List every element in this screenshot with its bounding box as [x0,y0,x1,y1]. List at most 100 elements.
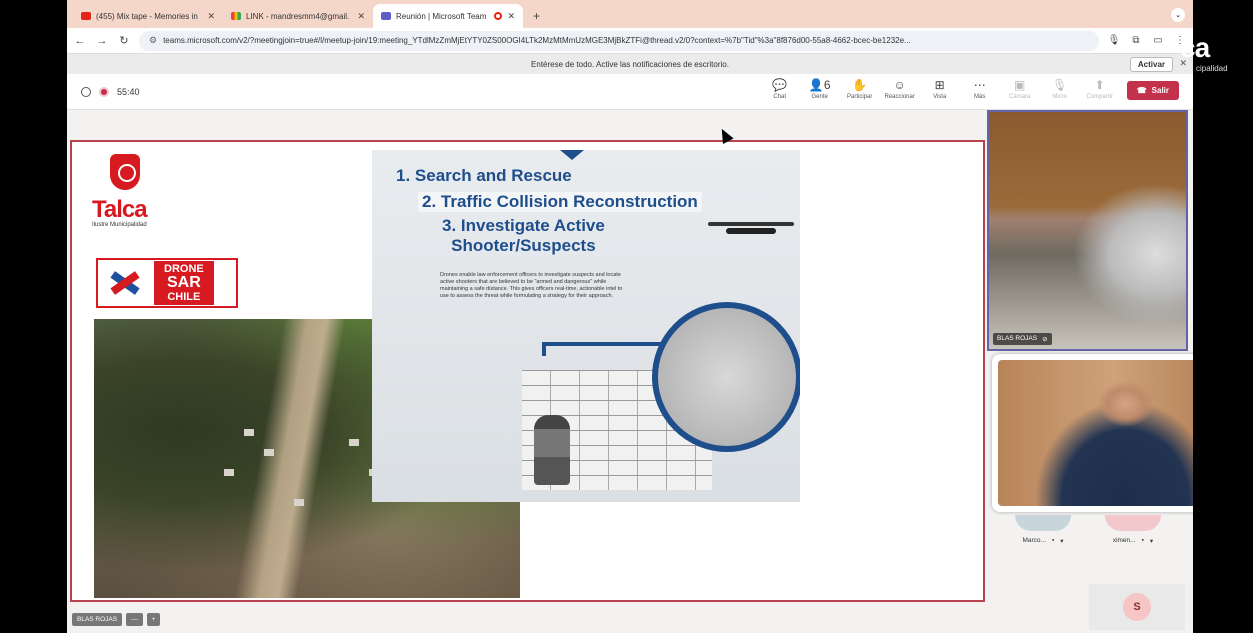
url-text: teams.microsoft.com/v2/?meetingjoin=true… [163,36,911,45]
control-label: Participar [847,94,873,100]
participant-tile[interactable]: ximen... ▪ ▾ [1095,515,1171,545]
meeting-timer: 55:40 [81,86,140,97]
smiley-icon: ☺ [893,78,906,92]
participant-name: BLAS ROJAS [997,335,1038,342]
shared-slide: Talca Ilustre Municipalidad DRONE SAR CH… [70,140,985,602]
mic-off-icon: ▾ [1060,538,1064,545]
close-tab-icon[interactable]: ✕ [507,11,515,22]
site-settings-icon[interactable]: ⚙ [149,35,157,46]
close-tab-icon[interactable]: ✕ [207,11,215,22]
meeting-controls: 💬 Chat 👤6 Gente ✋ Participar ☺ Reaccionar ⊞ V… [761,78,1179,100]
drone-logo-line: SAR [166,274,201,291]
tab-label: (455) Mix tape - Memories in [96,11,198,21]
participant-row: Marco... ▪ ▾ [1022,537,1063,545]
logo-name: Talca [92,196,148,223]
drone-logo-text: DRONE SAR CHILE [154,261,214,305]
mic-off-icon: ⊘ [1042,336,1048,343]
crest-icon [110,154,140,190]
new-tab-button[interactable]: + [523,4,550,28]
tab-label: Reunión | Microsoft Team [396,11,487,21]
control-label: Vista [933,94,947,100]
control-label: Reaccionar [884,94,915,100]
control-label: Compartir [1086,94,1113,100]
scene-circle-illustration [652,302,800,452]
control-label: Micro [1052,94,1068,100]
leave-label: Salir [1151,86,1169,95]
people-icon: 👤6 [808,78,831,92]
chevron-down-icon[interactable]: ⌄ [1171,8,1185,22]
address-bar-row: ← → ↻ ⚙ teams.microsoft.com/v2/?meetingj… [67,28,1193,54]
hand-icon: ✋ [852,78,868,92]
participant-name-badge: BLAS ROJAS ⊘ [993,333,1052,345]
bracket-shape [542,342,662,356]
control-label: Cámara [1009,94,1031,100]
video-tile-speaker[interactable] [992,354,1193,512]
more-button[interactable]: ⋯ Más [961,78,999,100]
participant-name: ximen... [1112,537,1136,544]
chat-icon: 💬 [772,78,788,92]
share-icon: ⬆ [1094,78,1105,92]
timer-text: 55:40 [117,86,140,97]
microphone-icon[interactable]: 🎙 [1107,35,1121,46]
drone-sar-logo: DRONE SAR CHILE [96,258,238,308]
url-field[interactable]: ⚙ teams.microsoft.com/v2/?meetingjoin=tr… [139,30,1099,51]
grid-icon: ⊞ [934,78,945,92]
chat-button[interactable]: 💬 Chat [761,78,799,100]
drone-logo-mark-icon [106,265,146,301]
tab-strip: (455) Mix tape - Memories in ✕ LINK - ma… [67,0,1193,28]
participant-row: ximen... ▪ ▾ [1113,537,1153,545]
meeting-stage: Talca Ilustre Municipalidad DRONE SAR CH… [67,110,1193,633]
notification-text: Entérese de todo. Active las notificacio… [531,59,729,69]
microphone-icon: 🎙 [1052,78,1068,92]
close-tab-icon[interactable]: ✕ [357,11,365,22]
reload-icon[interactable]: ↻ [117,34,131,47]
camera-off-icon: ▪ [1051,537,1055,544]
drone-icon [708,216,794,246]
slide-heading-2: 2. Traffic Collision Reconstruction [418,192,702,212]
tab-gmail[interactable]: LINK - mandresmm4@gmail. ✕ [223,4,373,28]
extensions-icon[interactable]: ⧉ [1129,35,1143,46]
speaker-video [998,360,1193,506]
control-label: Más [974,94,986,100]
municipality-logo: Talca Ilustre Municipalidad [92,154,172,228]
zoom-in-button[interactable]: + [146,613,161,626]
more-icon: ⋯ [973,78,986,92]
avatar [1105,515,1161,531]
video-tile-room[interactable]: BLAS ROJAS ⊘ [987,110,1188,351]
raise-hand-button[interactable]: ✋ Participar [841,78,879,100]
presenter-bar: BLAS ROJAS — + [72,613,161,626]
share-button[interactable]: ⬆ Compartir [1081,78,1119,100]
back-icon[interactable]: ← [73,35,87,47]
watermark-text: ca [1180,32,1210,63]
forward-icon[interactable]: → [95,35,109,47]
participant-name: Marco... [1022,537,1046,544]
leave-button[interactable]: ☎ Salir [1126,81,1179,100]
view-button[interactable]: ⊞ Vista [921,78,959,100]
participant-tile[interactable]: Marco... ▪ ▾ [1005,515,1081,545]
browser-window: (455) Mix tape - Memories in ✕ LINK - ma… [67,0,1193,633]
phone-icon: ☎ [1136,86,1147,95]
sidepanel-icon[interactable]: ▭ [1151,35,1165,46]
gmail-icon [231,12,241,20]
recording-icon [99,86,109,97]
avatar: S [1123,593,1151,621]
slide-paragraph: Drones enable law enforcement officers t… [440,272,623,299]
tab-youtube[interactable]: (455) Mix tape - Memories in ✕ [73,4,223,28]
activate-button[interactable]: Activar [1129,57,1173,72]
react-button[interactable]: ☺ Reaccionar [881,78,919,100]
mic-button[interactable]: 🎙 Micro [1041,78,1079,100]
camera-off-icon: ▪ [1141,537,1144,544]
zoom-out-button[interactable]: — [126,613,143,626]
presenter-badge: BLAS ROJAS [72,613,123,626]
tab-teams[interactable]: Reunión | Microsoft Team ✕ [373,4,523,28]
people-button[interactable]: 👤6 Gente [801,78,839,100]
heading-line: 3. Investigate Active [442,216,605,235]
triangle-icon [560,150,584,160]
self-view-tile[interactable]: S [1089,584,1185,630]
camera-button[interactable]: ▣ Cámara [1001,78,1039,100]
heading-line: Shooter/Suspects [451,236,596,255]
shield-icon [81,86,91,97]
mic-off-icon: ▾ [1149,538,1154,545]
teams-icon [381,12,391,20]
slide-heading-1: 1. Search and Rescue [396,166,572,185]
